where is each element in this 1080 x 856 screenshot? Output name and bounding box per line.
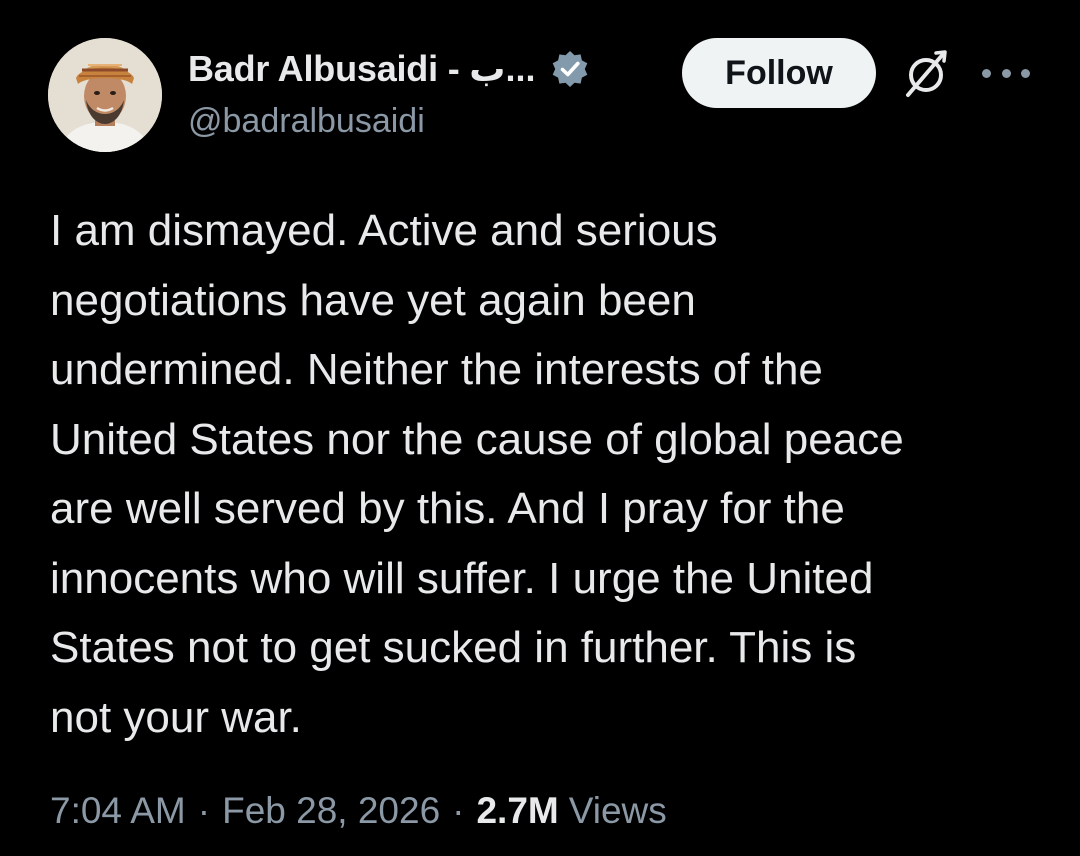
meta-separator: ·	[197, 790, 211, 831]
more-dot-icon	[982, 68, 991, 78]
more-dot-icon	[1021, 68, 1030, 78]
tweet-meta: 7:04 AM · Feb 28, 2026 · 2.7M Views	[50, 790, 667, 832]
grok-icon[interactable]	[898, 46, 954, 102]
author-display-name[interactable]: Badr Albusaidi - ب...	[188, 48, 536, 90]
tweet-date[interactable]: Feb 28, 2026	[222, 790, 440, 832]
more-dot-icon	[1001, 68, 1011, 78]
follow-button[interactable]: Follow	[682, 38, 876, 108]
author-avatar[interactable]	[48, 38, 162, 152]
tweet-card: Badr Albusaidi - ب... @badralbusaidi Fol…	[0, 0, 1080, 856]
meta-separator: ·	[452, 790, 465, 831]
views-count[interactable]: 2.7M	[476, 790, 558, 832]
more-options-icon[interactable]	[982, 56, 1030, 90]
tweet-time[interactable]: 7:04 AM	[50, 790, 186, 832]
verified-badge-icon[interactable]	[550, 49, 590, 89]
author-name-row: Badr Albusaidi - ب...	[188, 44, 590, 94]
views-label[interactable]: Views	[569, 790, 667, 832]
author-handle[interactable]: @badralbusaidi	[188, 102, 425, 141]
tweet-text: I am dismayed. Active and serious negoti…	[50, 206, 904, 742]
